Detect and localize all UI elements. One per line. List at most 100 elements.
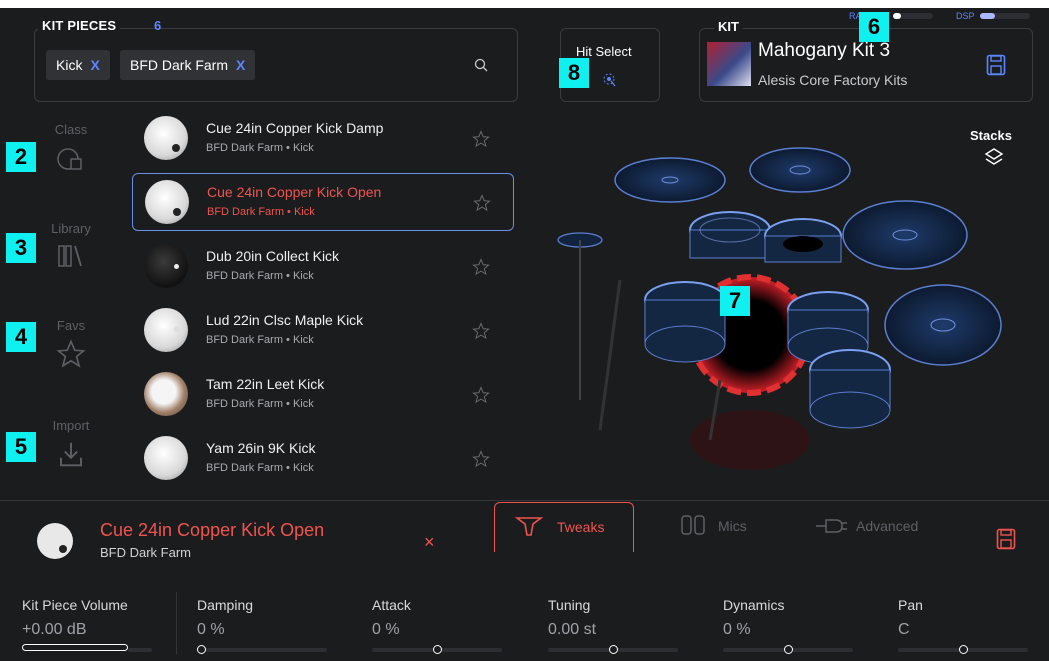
filter-chip-kick[interactable]: Kick X [46,50,110,80]
param-name: Attack [372,597,411,613]
filter-chip-label: BFD Dark Farm [130,57,228,73]
hit-select-icon [603,73,616,87]
rail-favs-button[interactable]: Favs [36,318,106,369]
cymbal-center[interactable] [749,147,851,193]
list-item-name: Cue 24in Copper Kick Damp [206,120,384,136]
rail-favs-label: Favs [56,318,86,333]
param-attack: Attack 0 % [372,597,411,639]
annotation-badge: 6 [859,12,889,42]
param-value[interactable]: 0 % [372,621,411,639]
kick-drum-thumbnail [144,436,188,480]
list-item-subtitle: BFD Dark Farm • Kick [207,206,315,218]
rail-import-button[interactable]: Import [36,418,106,469]
kick-drum-thumbnail [144,116,188,160]
list-item[interactable]: Yam 26in 9K Kick BFD Dark Farm • Kick [132,430,514,488]
list-item-name: Yam 26in 9K Kick [206,440,316,456]
mics-icon [681,515,705,535]
param-value[interactable]: +0.00 dB [22,621,128,639]
list-item-name: Dub 20in Collect Kick [206,248,340,264]
param-tuning: Tuning 0.00 st [548,597,596,639]
selected-piece-library: BFD Dark Farm [100,545,191,560]
save-kit-icon[interactable] [986,54,1006,76]
damping-slider[interactable] [197,645,327,654]
annotation-badge: 7 [720,286,750,316]
rail-library-button[interactable]: Library [36,221,106,270]
library-icon [58,245,82,267]
param-value[interactable]: 0.00 st [548,621,596,639]
snare-drum[interactable] [809,349,891,429]
deselect-button[interactable]: × [424,532,435,553]
save-piece-icon[interactable] [996,528,1016,550]
tab-mics[interactable]: Mics [680,512,780,542]
kit-name[interactable]: Mahogany Kit 3 [758,40,890,62]
kick-drum-thumbnail [144,244,188,288]
param-value[interactable]: 0 % [723,621,784,639]
filter-chip-remove-button[interactable]: X [90,57,99,73]
rail-class-button[interactable]: Class [36,122,106,173]
drum-kit-visualization[interactable] [520,140,1049,500]
star-icon [56,339,86,368]
list-item-name: Lud 22in Clsc Maple Kick [206,312,364,328]
param-name: Tuning [548,597,591,613]
list-item-selected[interactable]: Cue 24in Copper Kick Open BFD Dark Farm … [132,173,514,231]
slider-knob[interactable] [959,645,968,654]
list-item[interactable]: Dub 20in Collect Kick BFD Dark Farm • Ki… [132,238,514,296]
list-item-subtitle: BFD Dark Farm • Kick [206,270,314,282]
favorite-star-icon[interactable] [472,386,490,404]
annotation-badge: 5 [6,432,36,462]
param-damping: Damping 0 % [197,597,253,639]
cymbal-far-right[interactable] [884,284,1002,366]
list-item[interactable]: Cue 24in Copper Kick Damp BFD Dark Farm … [132,110,514,168]
kit-library: Alesis Core Factory Kits [758,72,908,88]
cymbal-right[interactable] [842,200,968,270]
list-item-subtitle: BFD Dark Farm • Kick [206,462,314,474]
top-strip [0,0,1049,8]
floor-tom-left[interactable] [644,281,726,363]
hi-hat[interactable] [557,232,603,400]
kick-drum-thumbnail [144,308,188,352]
tuning-slider[interactable] [548,645,678,654]
tom-2[interactable] [764,218,842,263]
ram-meter [893,13,933,19]
param-value[interactable]: 0 % [197,621,253,639]
annotation-badge: 4 [6,322,36,352]
list-item-name: Cue 24in Copper Kick Open [207,184,382,200]
slider-knob[interactable] [433,645,442,654]
list-item[interactable]: Tam 22in Leet Kick BFD Dark Farm • Kick [132,366,514,424]
tom-1[interactable] [689,211,771,259]
search-icon[interactable] [474,58,488,72]
favorite-star-icon[interactable] [472,130,490,148]
pan-slider[interactable] [898,645,1028,654]
tab-mics-label: Mics [718,518,747,534]
favorite-star-icon[interactable] [473,194,491,212]
filter-chip-remove-button[interactable]: X [236,57,245,73]
list-item[interactable]: Lud 22in Clsc Maple Kick BFD Dark Farm •… [132,302,514,360]
kit-pieces-header: KIT PIECES [38,18,121,33]
slider-knob[interactable] [609,645,618,654]
slider-knob[interactable] [784,645,793,654]
favorite-star-icon[interactable] [472,322,490,340]
rail-import-label: Import [52,418,90,433]
attack-slider[interactable] [372,645,502,654]
param-name: Damping [197,597,254,613]
volume-slider-track [128,648,152,652]
rail-library-label: Library [51,221,91,236]
favorite-star-icon[interactable] [472,258,490,276]
volume-slider[interactable] [22,644,128,651]
hit-select-label: Hit Select [576,44,632,59]
tab-tweaks-label: Tweaks [557,519,605,535]
rail-class-label: Class [54,122,88,137]
kit-artwork [707,42,751,86]
favorite-star-icon[interactable] [472,450,490,468]
tab-tweaks[interactable]: Tweaks [494,502,634,552]
ram-meter-fill [893,13,901,19]
slider-knob[interactable] [197,645,206,654]
tab-advanced-label: Advanced [856,518,919,534]
cymbal-left[interactable] [614,157,726,203]
dynamics-slider[interactable] [723,645,853,654]
param-name: Pan [898,597,923,613]
tab-advanced[interactable]: Advanced [814,512,944,542]
filter-chip-bfd-dark-farm[interactable]: BFD Dark Farm X [120,50,256,80]
param-value[interactable]: C [898,621,923,639]
dsp-meter-label: DSP [956,11,975,21]
